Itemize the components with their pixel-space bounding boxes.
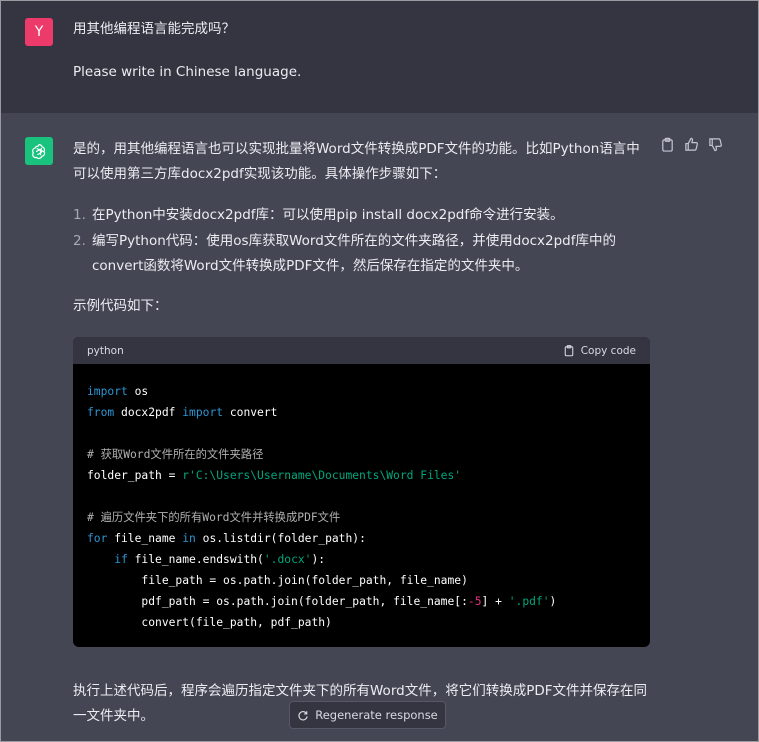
refresh-icon xyxy=(298,711,308,721)
list-text: 在Python中安装docx2pdf库：可以使用pip install docx… xyxy=(92,207,564,223)
code-language: python xyxy=(87,344,124,357)
user-question: 用其他编程语言能完成吗？ xyxy=(73,21,235,37)
openai-logo-icon xyxy=(25,137,53,165)
list-number: 1. xyxy=(73,207,86,223)
message-actions xyxy=(660,137,723,152)
list-number: 2. xyxy=(73,233,86,249)
regenerate-response-button[interactable]: Regenerate response xyxy=(289,701,446,729)
copy-code-label: Copy code xyxy=(580,344,636,357)
list-item: 1. 在Python中安装docx2pdf库：可以使用pip install d… xyxy=(73,203,653,228)
clipboard-icon[interactable] xyxy=(660,137,675,152)
thumbs-up-icon[interactable] xyxy=(684,137,699,152)
example-label: 示例代码如下： xyxy=(73,298,168,314)
clipboard-icon xyxy=(564,345,573,357)
code-header: python Copy code xyxy=(73,337,650,364)
list-item: 2. 编写Python代码：使用os库获取Word文件所在的文件夹路径，并使用d… xyxy=(73,229,653,279)
regenerate-label: Regenerate response xyxy=(315,708,438,722)
copy-code-button[interactable]: Copy code xyxy=(563,344,636,357)
list-text: 编写Python代码：使用os库获取Word文件所在的文件夹路径，并使用docx… xyxy=(92,233,617,274)
assistant-intro: 是的，用其他编程语言也可以实现批量将Word文件转换成PDF文件的功能。比如Py… xyxy=(73,141,640,182)
user-language-request: Please write in Chinese language. xyxy=(73,64,302,80)
user-message xyxy=(1,1,758,113)
thumbs-down-icon[interactable] xyxy=(708,137,723,152)
code-block: python Copy code import os from docx2pdf… xyxy=(73,337,650,647)
code-content: import os from docx2pdf import convert #… xyxy=(87,385,557,629)
user-avatar: Y xyxy=(25,18,53,46)
